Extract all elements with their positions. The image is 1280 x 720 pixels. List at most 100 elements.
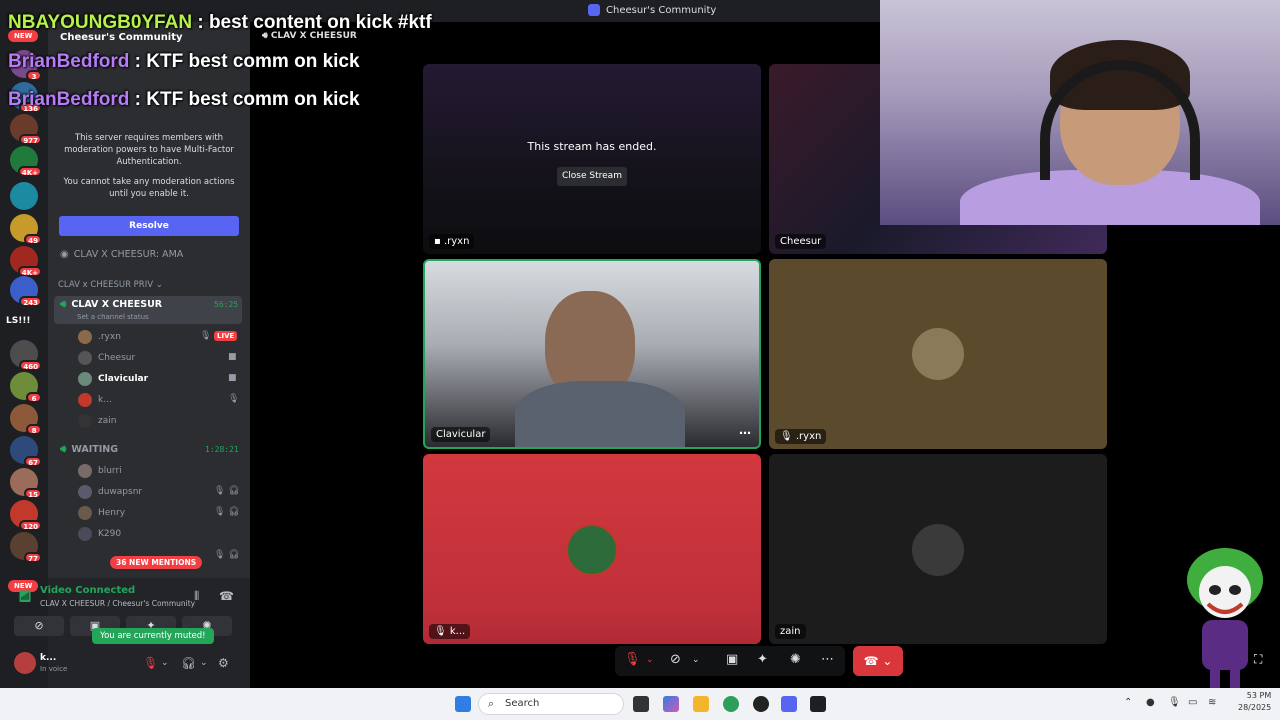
disconnect-icon[interactable]: ☎︎ bbox=[219, 589, 234, 603]
hang-up-icon: ☎︎ ⌄ bbox=[863, 654, 893, 668]
chevron-down-icon: ⌄ bbox=[155, 280, 163, 290]
voice-channel-name: CLAV X CHEESUR bbox=[71, 299, 163, 310]
voice-member[interactable]: blurri bbox=[78, 463, 122, 479]
stage-channel[interactable]: ◉ CLAV X CHEESUR: AMA bbox=[60, 249, 183, 260]
server-icon[interactable]: 67 bbox=[10, 436, 42, 467]
more-options-icon[interactable]: ⋯ bbox=[739, 426, 751, 440]
headphones-icon[interactable]: 🎧︎ bbox=[181, 656, 196, 670]
stage-channel-name: CLAV X CHEESUR: AMA bbox=[73, 249, 184, 260]
signal-icon[interactable]: 📶︎ bbox=[18, 590, 32, 603]
voice-channel-waiting[interactable]: 🔊︎ WAITING bbox=[60, 444, 118, 455]
gear-icon[interactable]: ⚙︎ bbox=[218, 656, 229, 670]
channel-category[interactable]: CLAV x CHEESUR PRIV ⌄ bbox=[58, 280, 163, 290]
wifi-icon[interactable]: ≋ bbox=[1208, 697, 1216, 708]
avatar bbox=[78, 330, 92, 344]
windows-start-icon[interactable] bbox=[455, 696, 471, 712]
avatar bbox=[78, 414, 92, 428]
voice-member[interactable]: zain bbox=[78, 413, 116, 429]
avatar bbox=[14, 652, 36, 674]
server-icon[interactable]: 4K+ bbox=[10, 146, 42, 177]
mic-muted-icon[interactable]: 🎙︎ bbox=[143, 656, 158, 670]
taskbar-clock[interactable]: 53 PM 28/2025 bbox=[1238, 690, 1271, 714]
avatar bbox=[78, 485, 92, 499]
voice-member[interactable]: .ryxn bbox=[78, 329, 121, 345]
avatar bbox=[912, 328, 964, 380]
server-icon[interactable]: 243 bbox=[10, 276, 42, 307]
server-icon[interactable]: 8 bbox=[10, 404, 42, 435]
video-tile-zain[interactable]: zain bbox=[769, 454, 1107, 644]
resolve-button[interactable]: Resolve bbox=[59, 216, 239, 236]
member-name: Clavicular bbox=[98, 374, 149, 384]
close-stream-button[interactable]: Close Stream bbox=[557, 167, 627, 186]
channel-status[interactable]: Set a channel status bbox=[77, 313, 149, 321]
voice-member[interactable]: Henry bbox=[78, 505, 125, 521]
task-view-icon[interactable] bbox=[633, 696, 649, 712]
activities-icon[interactable]: ✦ bbox=[757, 652, 768, 667]
joker-sticker bbox=[1187, 548, 1263, 688]
server-icon[interactable]: 977 bbox=[10, 114, 42, 145]
chat-text: : best content on kick #ktf bbox=[192, 12, 432, 33]
video-tile-k[interactable]: 🎙︎ k... bbox=[423, 454, 761, 644]
tile-name: .ryxn bbox=[443, 236, 470, 247]
chevron-down-icon[interactable]: ⌄ bbox=[161, 658, 169, 668]
voice-channel-clav-x-cheesur[interactable]: 🔊︎ CLAV X CHEESUR bbox=[60, 299, 162, 310]
fullscreen-icon[interactable]: ⛶ bbox=[1254, 652, 1262, 667]
server-icon[interactable]: 15 bbox=[10, 468, 42, 499]
voice-member[interactable]: duwapsnr bbox=[78, 484, 142, 500]
server-icon[interactable]: 6 bbox=[10, 372, 42, 403]
avatar bbox=[78, 351, 92, 365]
camera-off-button[interactable]: ⊘ bbox=[14, 616, 64, 636]
voice-member[interactable]: Clavicular bbox=[78, 371, 148, 387]
mic-muted-icon[interactable]: 🎙︎ bbox=[624, 652, 641, 667]
voice-member[interactable]: K290 bbox=[78, 526, 121, 542]
muted-icons: 🎙︎ 🎧︎ bbox=[214, 507, 240, 517]
soundboard-icon[interactable]: ✺ bbox=[790, 652, 801, 667]
member-name: K290 bbox=[98, 529, 122, 539]
new-mentions-pill[interactable]: 36 NEW MENTIONS bbox=[110, 556, 203, 569]
copilot-icon[interactable] bbox=[663, 696, 679, 712]
streamer-webcam-overlay bbox=[880, 0, 1280, 225]
more-options-icon[interactable]: ⋯ bbox=[821, 652, 834, 667]
chevron-up-icon[interactable]: ⌃ bbox=[1124, 697, 1132, 708]
server-icon[interactable]: 460 bbox=[10, 340, 42, 371]
tile-label: Cheesur bbox=[775, 234, 827, 249]
video-tile-ryxn-stream[interactable]: This stream has ended. Close Stream ▪ .r… bbox=[423, 64, 761, 254]
monitor-icon[interactable]: ▭ bbox=[1188, 697, 1197, 708]
category-name: CLAV x CHEESUR PRIV bbox=[58, 280, 154, 290]
chevron-down-icon[interactable]: ⌄ bbox=[692, 655, 700, 665]
chevron-down-icon[interactable]: ⌄ bbox=[646, 655, 654, 665]
end-call-button[interactable]: ☎︎ ⌄ bbox=[853, 646, 903, 676]
server-icon[interactable] bbox=[10, 182, 38, 210]
server-icon[interactable]: 4K+ bbox=[10, 246, 42, 277]
voice-member[interactable]: k... bbox=[78, 392, 112, 408]
avatar bbox=[78, 506, 92, 520]
server-icon[interactable]: 77 bbox=[10, 532, 42, 563]
voice-connection-status[interactable]: Video Connected bbox=[40, 585, 135, 596]
taskbar-search[interactable]: ⌕ Search bbox=[478, 693, 624, 715]
camera-off-icon[interactable]: ⊘ bbox=[670, 652, 681, 667]
tile-name: k... bbox=[449, 626, 466, 637]
screen-share-icon[interactable]: ▣ bbox=[726, 652, 738, 667]
file-explorer-icon[interactable] bbox=[693, 696, 709, 712]
server-icon[interactable]: 120 bbox=[10, 500, 42, 531]
chat-message: NBAYOUNGB0YFAN : best content on kick #k… bbox=[8, 12, 432, 34]
chevron-down-icon[interactable]: ⌄ bbox=[200, 658, 208, 668]
tray-app-icon[interactable]: ● bbox=[1146, 697, 1155, 708]
user-status: In voice bbox=[40, 665, 68, 673]
voice-channel-timer: 56:25 bbox=[214, 300, 239, 309]
video-tile-ryxn[interactable]: 🎙︎ .ryxn bbox=[769, 259, 1107, 449]
text-server[interactable]: LS!!! bbox=[6, 316, 31, 326]
server-icon[interactable]: 49 bbox=[10, 214, 42, 245]
tile-label: zain bbox=[775, 624, 806, 639]
mic-icon[interactable]: 🎙︎ bbox=[1168, 697, 1181, 708]
noise-suppression-icon[interactable]: ⦀ bbox=[194, 589, 199, 604]
mfa-requirement-text: This server requires members with modera… bbox=[64, 133, 234, 167]
discord-icon[interactable] bbox=[781, 696, 797, 712]
chrome-icon[interactable] bbox=[723, 696, 739, 712]
chat-text: : KTF best comm on kick bbox=[129, 51, 360, 72]
voice-connection-location[interactable]: CLAV X CHEESUR / Cheesur's Community bbox=[40, 599, 195, 608]
app-icon[interactable] bbox=[810, 696, 826, 712]
video-tile-clavicular[interactable]: Clavicular ⋯ bbox=[423, 259, 761, 449]
voice-member[interactable]: Cheesur bbox=[78, 350, 135, 366]
app-icon[interactable] bbox=[753, 696, 769, 712]
